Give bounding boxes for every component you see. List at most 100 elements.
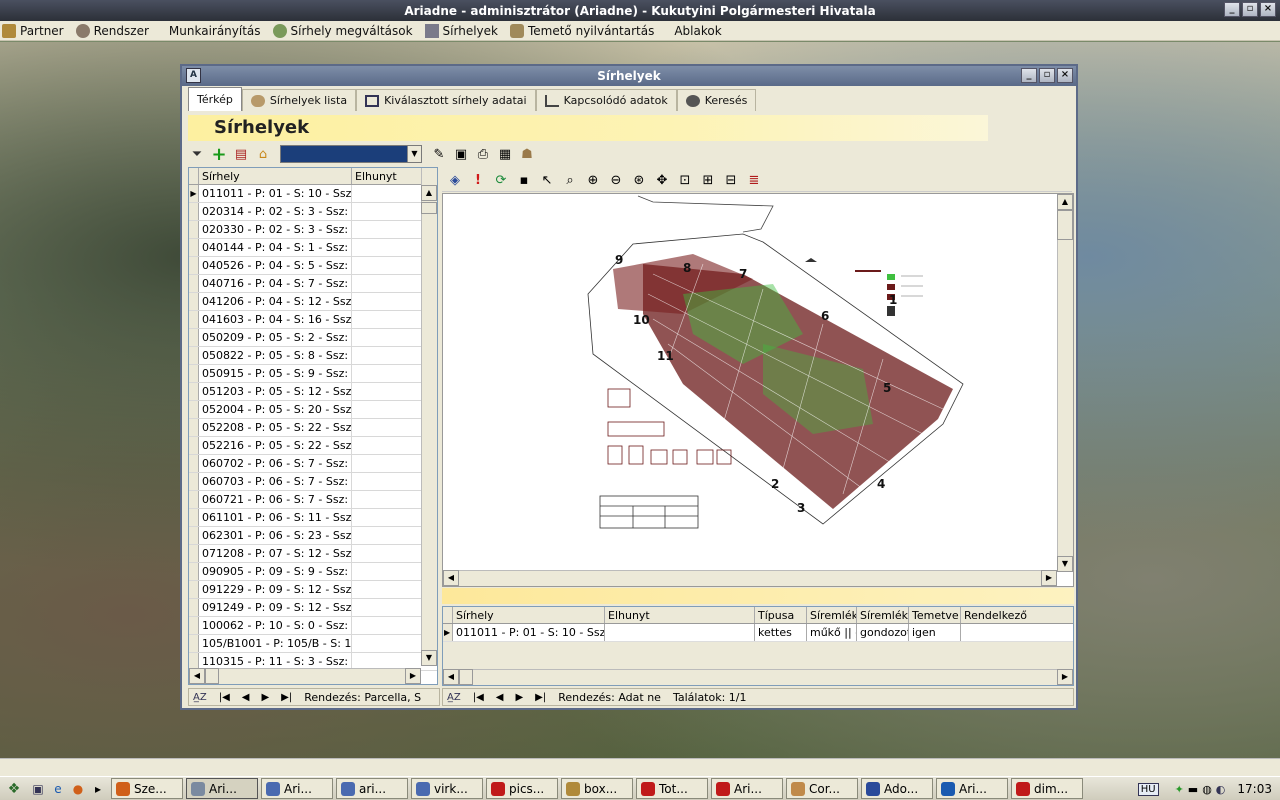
table-row[interactable]: 052216 - P: 05 - S: 22 - Ssz: 1 [189, 437, 437, 455]
column-sirhely[interactable]: Sírhely [453, 607, 605, 623]
scroll-up-icon[interactable]: ▲ [421, 185, 437, 201]
language-indicator[interactable]: HU [1137, 782, 1159, 796]
filter-icon[interactable]: ⏷ [188, 145, 206, 163]
table-row[interactable]: 061101 - P: 06 - S: 11 - Ssz: 1 [189, 509, 437, 527]
taskbar-button[interactable]: Sze... [111, 778, 183, 799]
map-scroll-left-icon[interactable]: ◀ [443, 570, 459, 586]
map-scroll-right-icon[interactable]: ▶ [1041, 570, 1057, 586]
zoom-out-icon[interactable]: ⊖ [607, 172, 625, 190]
document-icon[interactable]: ▦ [496, 145, 514, 163]
pan-icon[interactable]: ✥ [653, 172, 671, 190]
network-icon[interactable]: ✦ [1175, 783, 1184, 796]
map-canvas[interactable]: 9 8 7 10 6 11 5 2 4 3 1 ▲ ▼ ◀ ▶ [442, 193, 1074, 587]
prev-record-icon[interactable]: ◀ [242, 692, 250, 703]
column-elhunyt[interactable]: Elhunyt [605, 607, 755, 623]
table-row[interactable]: 060702 - P: 06 - S: 7 - Ssz: 2 [189, 455, 437, 473]
scroll-right-icon[interactable]: ▶ [405, 668, 421, 684]
table-row[interactable]: 100062 - P: 10 - S: 0 - Ssz: 62 [189, 617, 437, 635]
table-row[interactable]: 091229 - P: 09 - S: 12 - Ssz: 2 [189, 581, 437, 599]
quicklaunch-expand-icon[interactable]: ▸ [88, 779, 108, 799]
table-row[interactable]: 050822 - P: 05 - S: 8 - Ssz: 22 [189, 347, 437, 365]
taskbar-button[interactable]: dim... [1011, 778, 1083, 799]
hscroll-thumb[interactable] [205, 668, 219, 684]
column-siremlek[interactable]: Síremlék [807, 607, 857, 623]
table-row[interactable]: 050209 - P: 05 - S: 2 - Ssz: 9 [189, 329, 437, 347]
copy-icon[interactable]: ▤ [232, 145, 250, 163]
first-record-icon[interactable]: |◀ [473, 692, 484, 703]
menu-partner[interactable]: Partner [2, 23, 74, 38]
table-row[interactable]: 105/B1001 - P: 105/B - S: 10 [189, 635, 437, 653]
print-icon[interactable]: ⎙ [474, 145, 492, 163]
taskbar-button[interactable]: Cor... [786, 778, 858, 799]
table-row[interactable]: 090905 - P: 09 - S: 9 - Ssz: 5 [189, 563, 437, 581]
table-row[interactable]: 040144 - P: 04 - S: 1 - Ssz: 44 [189, 239, 437, 257]
home-icon[interactable]: ⌂ [254, 145, 272, 163]
table-row[interactable]: 040526 - P: 04 - S: 5 - Ssz: 26 [189, 257, 437, 275]
column-tipusa[interactable]: Típusa [755, 607, 807, 623]
taskbar-button[interactable]: virk... [411, 778, 483, 799]
table-row[interactable]: 091249 - P: 09 - S: 12 - Ssz: 4 [189, 599, 437, 617]
menu-sirhelyek[interactable]: Sírhelyek [424, 23, 508, 38]
view-select[interactable]: ▼ [280, 145, 422, 163]
quicklaunch-desktop-icon[interactable]: ▣ [28, 779, 48, 799]
person-icon[interactable]: ☗ [518, 145, 536, 163]
table-row[interactable]: ▶ 011011 - P: 01 - S: 10 - Ssz: 1 kettes… [443, 624, 1073, 642]
save-icon[interactable]: ▪ [515, 172, 533, 190]
map-scroll-thumb[interactable] [1057, 210, 1073, 240]
scroll-left-icon[interactable]: ◀ [189, 668, 205, 684]
start-button[interactable]: ❖ [0, 778, 28, 800]
sel-hscroll-thumb[interactable] [459, 669, 473, 685]
zoom-in-icon[interactable]: ⊕ [584, 172, 602, 190]
child-minimize-button[interactable]: _ [1021, 68, 1037, 83]
shield-icon[interactable]: ◐ [1216, 783, 1226, 796]
menu-ablakok[interactable]: Ablakok [666, 24, 731, 38]
sel-scroll-left-icon[interactable]: ◀ [443, 669, 459, 685]
next-record-icon[interactable]: ▶ [261, 692, 269, 703]
sort-az-icon[interactable]: A̲Z [447, 692, 461, 703]
sel-scroll-right-icon[interactable]: ▶ [1057, 669, 1073, 685]
menu-munkairanyitas[interactable]: Munkairányítás [161, 24, 271, 38]
child-maximize-button[interactable]: ▫ [1039, 68, 1055, 83]
tab-kivalasztott-sirhely-adatai[interactable]: Kiválasztott sírhely adatai [356, 89, 536, 111]
pointer-icon[interactable]: ↖ [538, 172, 556, 190]
refresh-icon[interactable]: ⟳ [492, 172, 510, 190]
taskbar-button[interactable]: Ari... [711, 778, 783, 799]
column-temetve[interactable]: Temetve [909, 607, 961, 623]
child-close-button[interactable]: × [1057, 68, 1073, 83]
restore-button[interactable]: ▫ [1242, 2, 1258, 17]
scroll-thumb[interactable] [421, 202, 437, 214]
sort-az-icon[interactable]: A̲Z [193, 692, 207, 703]
add-icon[interactable]: + [210, 144, 228, 165]
zoom-layer-icon[interactable]: ⊞ [699, 172, 717, 190]
first-record-icon[interactable]: |◀ [219, 692, 230, 703]
prev-record-icon[interactable]: ◀ [496, 692, 504, 703]
table-row[interactable]: 050915 - P: 05 - S: 9 - Ssz: 15 [189, 365, 437, 383]
selected-horizontal-scrollbar[interactable]: ◀ ▶ [443, 669, 1073, 685]
column-rendelkezo[interactable]: Rendelkező [961, 607, 1073, 623]
last-record-icon[interactable]: ▶| [281, 692, 292, 703]
layers-icon[interactable]: ◈ [446, 172, 464, 190]
column-sirhely[interactable]: Sírhely [199, 168, 352, 184]
map-scroll-down-icon[interactable]: ▼ [1057, 556, 1073, 572]
table-row[interactable]: 071208 - P: 07 - S: 12 - Ssz: 8 [189, 545, 437, 563]
table-row[interactable]: 040716 - P: 04 - S: 7 - Ssz: 16 [189, 275, 437, 293]
table-row[interactable]: 052208 - P: 05 - S: 22 - Ssz: 8 [189, 419, 437, 437]
list-horizontal-scrollbar[interactable]: ◀ ▶ [189, 668, 421, 684]
taskbar-button[interactable]: Ari... [936, 778, 1008, 799]
alert-icon[interactable]: ! [469, 172, 487, 190]
table-row[interactable]: 060703 - P: 06 - S: 7 - Ssz: 3 [189, 473, 437, 491]
table-row[interactable]: 041603 - P: 04 - S: 16 - Ssz: 3 [189, 311, 437, 329]
close-button[interactable]: × [1260, 2, 1276, 17]
edit-icon[interactable]: ✎ [430, 145, 448, 163]
list-vertical-scrollbar[interactable]: ▲ ▼ [421, 168, 437, 666]
menu-sirhely-megvaltasok[interactable]: Sírhely megváltások [272, 23, 423, 38]
tab-kereses[interactable]: Keresés [676, 89, 757, 111]
taskbar-button[interactable]: Tot... [636, 778, 708, 799]
map-scroll-up-icon[interactable]: ▲ [1057, 194, 1073, 210]
table-row[interactable]: 062301 - P: 06 - S: 23 - Ssz: 1 [189, 527, 437, 545]
scroll-down-icon[interactable]: ▼ [421, 650, 437, 666]
table-row[interactable]: ▶ 011011 - P: 01 - S: 10 - Ssz: 1 [189, 185, 437, 203]
volume-icon[interactable]: ◍ [1202, 783, 1212, 796]
layer-stack-icon[interactable]: ≣ [745, 172, 763, 190]
tab-sirhelyek-lista[interactable]: Sírhelyek lista [241, 89, 357, 111]
